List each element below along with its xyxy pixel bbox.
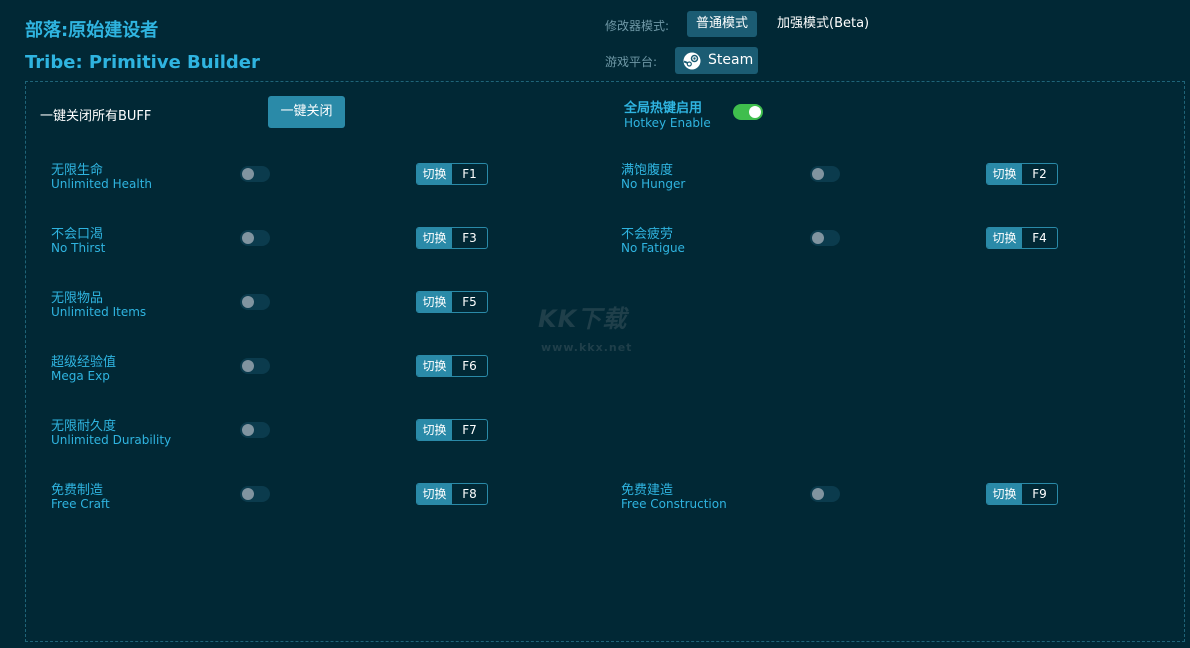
key-label: F4 xyxy=(1032,231,1047,245)
option-label-cn: 无限耐久度 xyxy=(51,419,117,434)
hotkey-f6[interactable]: 切换 F6 xyxy=(416,355,488,377)
key-label: F8 xyxy=(462,487,477,501)
switch-button[interactable]: 切换 xyxy=(417,356,452,376)
app-title-en: Tribe: Primitive Builder xyxy=(25,52,260,73)
toggle-knob xyxy=(749,106,761,118)
toggle-knob xyxy=(242,488,254,500)
hotkey-f2[interactable]: 切换 F2 xyxy=(986,163,1058,185)
free-craft-toggle[interactable] xyxy=(240,486,270,502)
hotkey-f8[interactable]: 切换 F8 xyxy=(416,483,488,505)
hotkey-f3[interactable]: 切换 F3 xyxy=(416,227,488,249)
key-label: F1 xyxy=(462,167,477,181)
no-hunger-toggle[interactable] xyxy=(810,166,840,182)
toggle-knob xyxy=(242,232,254,244)
option-label-en: No Hunger xyxy=(621,177,686,191)
option-label-cn: 无限生命 xyxy=(51,163,104,178)
option-label-en: No Thirst xyxy=(51,241,106,255)
mega-exp-toggle[interactable] xyxy=(240,358,270,374)
option-label-cn: 无限物品 xyxy=(51,291,104,306)
steam-label: Steam xyxy=(708,52,754,68)
toggle-knob xyxy=(812,488,824,500)
hotkey-enable-toggle[interactable] xyxy=(733,104,763,120)
toggle-knob xyxy=(242,424,254,436)
toggle-knob xyxy=(812,168,824,180)
close-all-buff-label: 一键关闭所有BUFF xyxy=(40,109,152,124)
option-label-cn: 免费建造 xyxy=(621,483,674,498)
hotkey-f7[interactable]: 切换 F7 xyxy=(416,419,488,441)
option-label-en: No Fatigue xyxy=(621,241,685,255)
unlimited-items-toggle[interactable] xyxy=(240,294,270,310)
watermark-url: www.kkx.net xyxy=(541,341,633,354)
toggle-knob xyxy=(242,168,254,180)
toggle-knob xyxy=(242,296,254,308)
switch-button[interactable]: 切换 xyxy=(417,420,452,440)
mode-label: 修改器模式: xyxy=(605,19,670,33)
unlimited-health-toggle[interactable] xyxy=(240,166,270,182)
option-label-en: Free Construction xyxy=(621,497,727,511)
hotkey-f5[interactable]: 切换 F5 xyxy=(416,291,488,313)
option-label-en: Unlimited Items xyxy=(51,305,147,319)
hotkey-f4[interactable]: 切换 F4 xyxy=(986,227,1058,249)
no-thirst-toggle[interactable] xyxy=(240,230,270,246)
platform-label: 游戏平台: xyxy=(605,55,658,69)
option-label-cn: 免费制造 xyxy=(51,483,104,498)
switch-button[interactable]: 切换 xyxy=(417,164,452,184)
app-title-cn: 部落:原始建设者 xyxy=(25,20,159,41)
toggle-knob xyxy=(812,232,824,244)
steam-platform-button[interactable]: Steam xyxy=(675,47,758,74)
enhanced-mode-button[interactable]: 加强模式(Beta) xyxy=(768,11,878,37)
hotkey-enable-label-en: Hotkey Enable xyxy=(624,116,711,130)
unlimited-durability-toggle[interactable] xyxy=(240,422,270,438)
free-construction-toggle[interactable] xyxy=(810,486,840,502)
no-fatigue-toggle[interactable] xyxy=(810,230,840,246)
steam-icon xyxy=(683,52,701,70)
switch-button[interactable]: 切换 xyxy=(417,292,452,312)
switch-button[interactable]: 切换 xyxy=(417,228,452,248)
key-label: F7 xyxy=(462,423,477,437)
option-label-cn: 超级经验值 xyxy=(51,355,117,370)
key-label: F9 xyxy=(1032,487,1047,501)
key-label: F3 xyxy=(462,231,477,245)
option-label-en: Free Craft xyxy=(51,497,110,511)
hotkey-enable-label-cn: 全局热键启用 xyxy=(624,101,703,116)
watermark-logo: KK下载 xyxy=(538,305,628,333)
switch-button[interactable]: 切换 xyxy=(987,164,1022,184)
hotkey-f9[interactable]: 切换 F9 xyxy=(986,483,1058,505)
normal-mode-button[interactable]: 普通模式 xyxy=(687,11,758,37)
hotkey-f1[interactable]: 切换 F1 xyxy=(416,163,488,185)
toggle-knob xyxy=(242,360,254,372)
option-label-cn: 满饱腹度 xyxy=(621,163,674,178)
option-label-cn: 不会疲劳 xyxy=(621,227,674,242)
option-label-cn: 不会口渴 xyxy=(51,227,104,242)
option-label-en: Unlimited Health xyxy=(51,177,153,191)
key-label: F2 xyxy=(1032,167,1047,181)
switch-button[interactable]: 切换 xyxy=(987,228,1022,248)
switch-button[interactable]: 切换 xyxy=(417,484,452,504)
key-label: F5 xyxy=(462,295,477,309)
switch-button[interactable]: 切换 xyxy=(987,484,1022,504)
close-all-button[interactable]: 一键关闭 xyxy=(268,96,345,128)
option-label-en: Unlimited Durability xyxy=(51,433,172,447)
key-label: F6 xyxy=(462,359,477,373)
option-label-en: Mega Exp xyxy=(51,369,110,383)
